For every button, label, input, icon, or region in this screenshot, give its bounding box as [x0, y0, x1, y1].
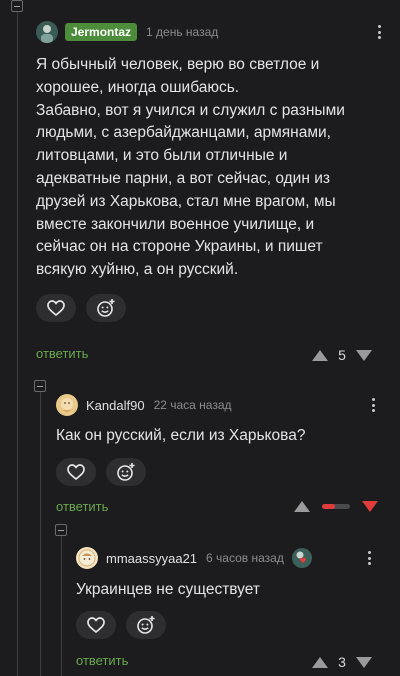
smile-add-icon	[97, 298, 115, 317]
rating	[294, 501, 378, 512]
comment: Jermontaz 1 день назад Я обычный человек…	[36, 20, 388, 322]
smile-add-icon	[137, 615, 155, 634]
collapse-thread-button[interactable]	[11, 0, 23, 12]
reaction-bar	[76, 610, 378, 639]
add-reaction-button[interactable]	[86, 293, 126, 322]
reply-link[interactable]: ответить	[56, 499, 108, 514]
like-button[interactable]	[36, 293, 76, 322]
comment: mmaassyyaa21 6 часов назад Украинцев не …	[76, 546, 378, 639]
reaction-bar	[56, 457, 382, 486]
reaction-bar	[36, 293, 388, 322]
rating-value: 5	[338, 347, 346, 363]
rating-value: 3	[338, 654, 346, 670]
like-button[interactable]	[76, 610, 116, 639]
like-button[interactable]	[56, 457, 96, 486]
more-vertical-icon[interactable]	[364, 395, 382, 415]
thread-line	[17, 0, 18, 676]
reply-link[interactable]: ответить	[36, 346, 88, 361]
downvote-arrow-icon[interactable]	[362, 501, 378, 512]
smile-add-icon	[117, 462, 135, 481]
comment-footer: ответить	[76, 653, 128, 668]
username[interactable]: mmaassyyaa21	[106, 551, 197, 566]
reply-link[interactable]: ответить	[76, 653, 128, 668]
heart-icon	[47, 300, 65, 316]
heart-icon	[87, 616, 105, 633]
add-reaction-button[interactable]	[126, 610, 166, 639]
comment-header: Jermontaz 1 день назад	[36, 20, 388, 44]
comment-time[interactable]: 1 день назад	[146, 25, 218, 39]
upvote-arrow-icon[interactable]	[312, 349, 328, 361]
avatar[interactable]	[36, 21, 58, 43]
rating: 5	[312, 347, 372, 363]
downvote-arrow-icon[interactable]	[356, 349, 372, 361]
downvote-arrow-icon[interactable]	[356, 656, 372, 668]
rating-bar-negative	[322, 504, 335, 509]
more-vertical-icon[interactable]	[370, 22, 388, 42]
comment-header: mmaassyyaa21 6 часов назад	[76, 546, 378, 570]
username[interactable]: Jermontaz	[65, 23, 138, 41]
collapse-thread-button[interactable]	[34, 380, 46, 392]
comment-time[interactable]: 22 часа назад	[154, 398, 232, 412]
add-reaction-button[interactable]	[106, 457, 146, 486]
thread-line	[61, 530, 62, 676]
comment-footer: ответить	[56, 499, 108, 514]
heart-icon	[67, 463, 85, 480]
more-vertical-icon[interactable]	[360, 548, 378, 568]
comment-header: Kandalf90 22 часа назад	[56, 393, 382, 417]
comment-time[interactable]: 6 часов назад	[206, 551, 284, 565]
upvote-arrow-icon[interactable]	[312, 656, 328, 668]
avatar[interactable]	[76, 547, 98, 569]
user-badge-avatar[interactable]	[291, 548, 312, 568]
collapse-thread-button[interactable]	[55, 524, 67, 536]
comment-text: Как он русский, если из Харькова?	[56, 427, 306, 444]
upvote-arrow-icon[interactable]	[294, 501, 310, 512]
username[interactable]: Kandalf90	[86, 398, 145, 413]
thread-line	[40, 386, 41, 676]
comment-text: Украинцев не существует	[76, 581, 260, 598]
rating-bar	[322, 504, 350, 509]
comment-text: Я обычный человек, верю во светлое и хор…	[36, 56, 345, 279]
avatar[interactable]	[56, 394, 78, 416]
rating: 3	[312, 654, 372, 670]
comment: Kandalf90 22 часа назад Как он русский, …	[56, 393, 382, 486]
comment-footer: ответить	[36, 346, 88, 361]
